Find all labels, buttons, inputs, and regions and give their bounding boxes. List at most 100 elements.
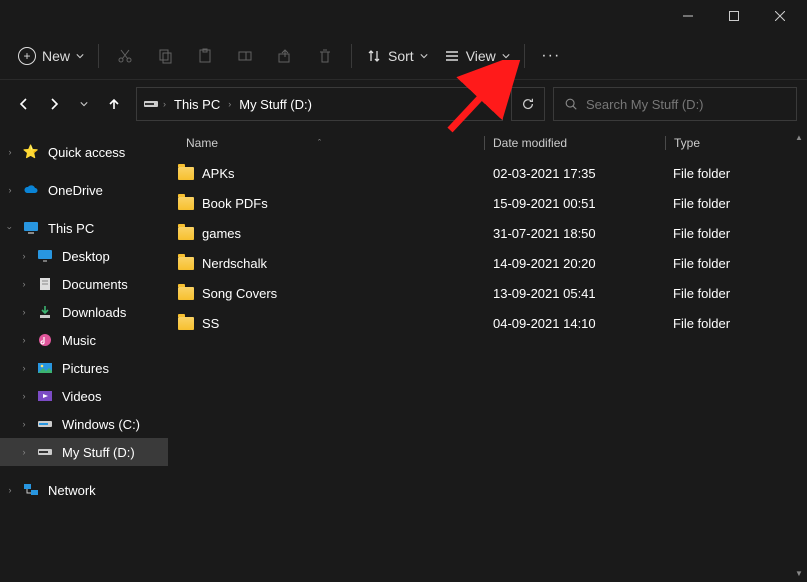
sidebar-videos[interactable]: ›Videos: [0, 382, 168, 410]
sidebar-quick-access[interactable]: ›⭐Quick access: [0, 138, 168, 166]
drive-icon: [36, 415, 54, 433]
paste-button[interactable]: [185, 38, 225, 74]
sidebar-desktop[interactable]: ›Desktop: [0, 242, 168, 270]
column-type[interactable]: Type: [666, 136, 786, 150]
scroll-down-button[interactable]: ▼: [792, 566, 806, 580]
folder-icon: [178, 197, 194, 210]
star-icon: ⭐: [22, 143, 40, 161]
chevron-down-icon[interactable]: [488, 100, 496, 108]
chevron-right-icon: ›: [228, 99, 231, 109]
nav-row: › This PC › My Stuff (D:): [0, 80, 807, 128]
chevron-down-icon: [76, 52, 84, 60]
picture-icon: [36, 359, 54, 377]
column-date[interactable]: Date modified: [485, 136, 665, 150]
chevron-right-icon: ›: [163, 99, 166, 109]
file-type: File folder: [664, 226, 784, 241]
chevron-right-icon[interactable]: ›: [14, 363, 34, 373]
chevron-right-icon[interactable]: ›: [14, 419, 34, 429]
sort-button[interactable]: Sort: [358, 38, 436, 74]
refresh-button[interactable]: [511, 87, 545, 121]
chevron-right-icon[interactable]: ›: [0, 147, 20, 157]
sidebar-network[interactable]: ›Network: [0, 476, 168, 504]
sort-label: Sort: [388, 48, 414, 64]
minimize-button[interactable]: [665, 1, 711, 31]
file-date: 02-03-2021 17:35: [484, 166, 664, 181]
table-row[interactable]: Book PDFs15-09-2021 00:51File folder: [168, 188, 807, 218]
file-name: SS: [202, 316, 219, 331]
new-button[interactable]: + New: [10, 38, 92, 74]
search-box[interactable]: [553, 87, 797, 121]
file-name: Song Covers: [202, 286, 277, 301]
chevron-right-icon[interactable]: ›: [14, 279, 34, 289]
search-input[interactable]: [586, 97, 786, 112]
file-date: 13-09-2021 05:41: [484, 286, 664, 301]
up-button[interactable]: [100, 90, 128, 118]
share-button[interactable]: [265, 38, 305, 74]
table-row[interactable]: games 31-07-2021 18:50File folder: [168, 218, 807, 248]
chevron-right-icon[interactable]: ›: [0, 485, 20, 495]
table-row[interactable]: APKs02-03-2021 17:35File folder: [168, 158, 807, 188]
separator: [98, 44, 99, 68]
file-type: File folder: [664, 316, 784, 331]
file-date: 14-09-2021 20:20: [484, 256, 664, 271]
chevron-right-icon[interactable]: ›: [14, 447, 34, 457]
trash-icon: [317, 48, 333, 64]
drive-icon: [36, 443, 54, 461]
drive-icon: [143, 96, 159, 112]
scissors-icon: [117, 48, 133, 64]
chevron-right-icon[interactable]: ›: [0, 185, 20, 195]
sidebar-mystuff-d[interactable]: ›My Stuff (D:): [0, 438, 168, 466]
vertical-scrollbar[interactable]: ▲ ▼: [791, 128, 807, 582]
view-label: View: [466, 48, 496, 64]
sidebar-documents[interactable]: ›Documents: [0, 270, 168, 298]
copy-icon: [157, 48, 173, 64]
chevron-right-icon[interactable]: ›: [14, 391, 34, 401]
file-type: File folder: [664, 166, 784, 181]
table-row[interactable]: Nerdschalk14-09-2021 20:20File folder: [168, 248, 807, 278]
download-icon: [36, 303, 54, 321]
separator: [524, 44, 525, 68]
breadcrumb-leaf[interactable]: My Stuff (D:): [235, 97, 316, 112]
sidebar-windows-c[interactable]: ›Windows (C:): [0, 410, 168, 438]
file-type: File folder: [664, 196, 784, 211]
sidebar-downloads[interactable]: ›Downloads: [0, 298, 168, 326]
document-icon: [36, 275, 54, 293]
sidebar-music[interactable]: ›Music: [0, 326, 168, 354]
column-headers: Nameˆ Date modified Type: [168, 128, 807, 158]
close-button[interactable]: [757, 1, 803, 31]
chevron-right-icon[interactable]: ›: [14, 251, 34, 261]
new-label: New: [42, 48, 70, 64]
chevron-right-icon[interactable]: ›: [14, 307, 34, 317]
table-row[interactable]: Song Covers13-09-2021 05:41File folder: [168, 278, 807, 308]
address-bar[interactable]: › This PC › My Stuff (D:): [136, 87, 503, 121]
video-icon: [36, 387, 54, 405]
cut-button[interactable]: [105, 38, 145, 74]
more-button[interactable]: ···: [531, 38, 571, 74]
sidebar-pictures[interactable]: ›Pictures: [0, 354, 168, 382]
music-icon: [36, 331, 54, 349]
recent-dropdown[interactable]: [70, 90, 98, 118]
table-row[interactable]: SS04-09-2021 14:10File folder: [168, 308, 807, 338]
view-button[interactable]: View: [436, 38, 518, 74]
scroll-up-button[interactable]: ▲: [792, 130, 806, 144]
file-name: games: [202, 226, 241, 241]
delete-button[interactable]: [305, 38, 345, 74]
breadcrumb-root[interactable]: This PC: [170, 97, 224, 112]
column-name[interactable]: Nameˆ: [168, 136, 484, 150]
file-date: 15-09-2021 00:51: [484, 196, 664, 211]
copy-button[interactable]: [145, 38, 185, 74]
back-button[interactable]: [10, 90, 38, 118]
plus-circle-icon: +: [18, 47, 36, 65]
sidebar-onedrive[interactable]: ›OneDrive: [0, 176, 168, 204]
folder-icon: [178, 257, 194, 270]
forward-button[interactable]: [40, 90, 68, 118]
file-date: 31-07-2021 18:50: [484, 226, 664, 241]
sidebar-this-pc[interactable]: ›This PC: [0, 214, 168, 242]
chevron-right-icon[interactable]: ›: [14, 335, 34, 345]
share-icon: [277, 48, 293, 64]
chevron-down-icon[interactable]: ›: [5, 218, 15, 238]
titlebar: [0, 0, 807, 32]
folder-icon: [178, 167, 194, 180]
rename-button[interactable]: [225, 38, 265, 74]
maximize-button[interactable]: [711, 1, 757, 31]
